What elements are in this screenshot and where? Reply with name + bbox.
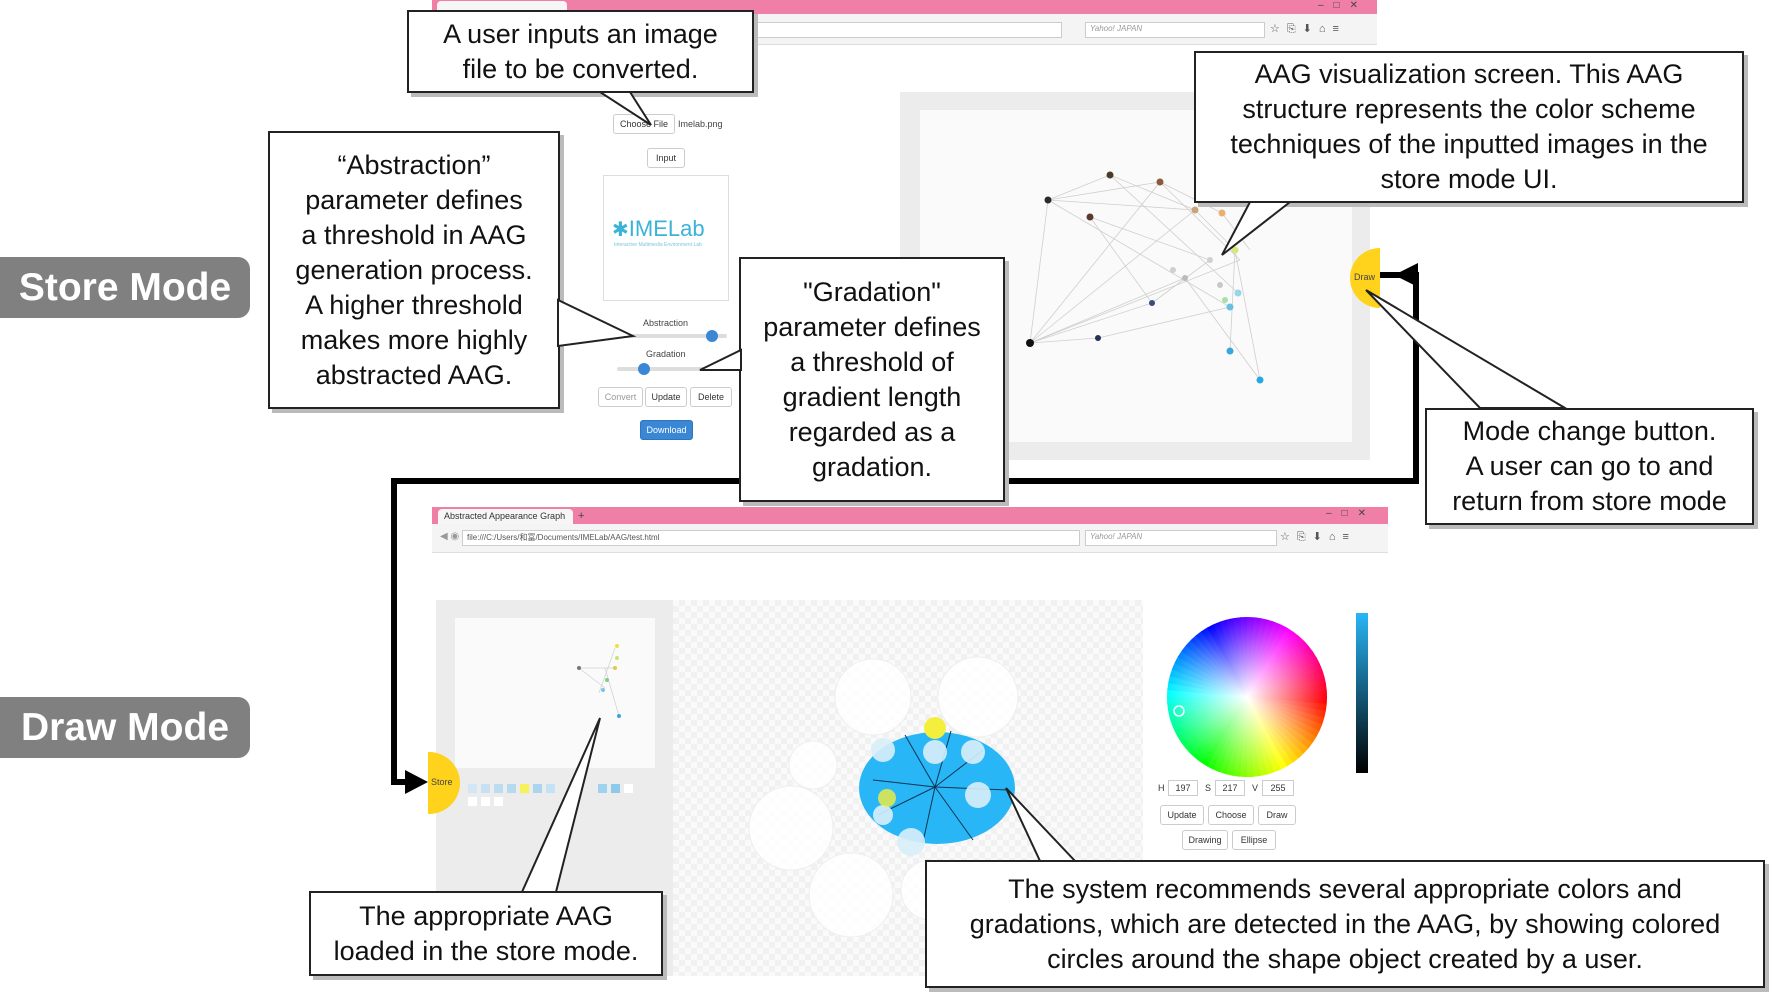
callout-pointers [520, 91, 1569, 893]
